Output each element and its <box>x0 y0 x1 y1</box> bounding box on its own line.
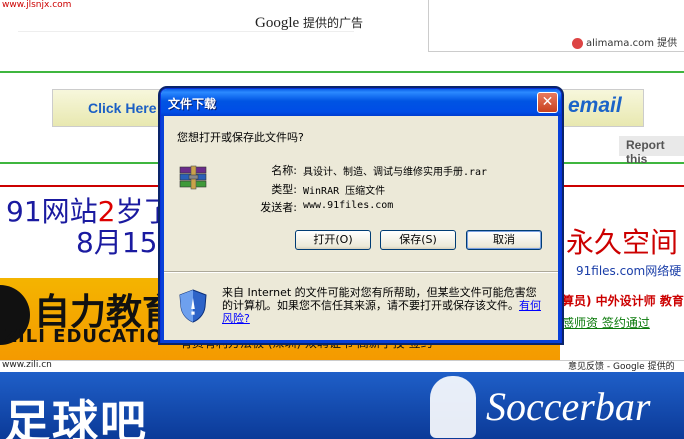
banner-email[interactable]: email <box>568 94 622 118</box>
soccerbar-en-title: Soccerbar <box>486 384 651 429</box>
google-brand: Google <box>255 15 300 31</box>
divider-green-top <box>0 71 684 73</box>
ad91-right-text: 永久空间 <box>566 226 679 259</box>
dialog-titlebar[interactable]: 文件下载 ✕ <box>161 89 561 116</box>
strip-left-link[interactable]: www.zili.cn <box>2 360 52 370</box>
name-value: 具设计、制造、调试与维修实用手册.rar <box>303 167 488 178</box>
dialog-separator <box>164 271 558 273</box>
alimama-brand: alimama <box>586 38 630 49</box>
google-ads-text: 提供的广告 <box>303 16 364 30</box>
ad91-date: 8月15 <box>76 226 158 259</box>
zili-right-line1[interactable]: 算员) 中外设计师 教育 <box>562 292 684 309</box>
google-ads-label[interactable]: Google 提供的广告 <box>255 14 363 32</box>
zili-right-line2[interactable]: 感师资 签约通过 <box>562 314 650 331</box>
zili-subtitle: ZILI EDUCATION <box>4 326 180 347</box>
warning-text: 来自 Internet 的文件可能对您有所帮助，但某些文件可能危害您的计算机。如… <box>222 286 537 312</box>
alimama-suffix: .com 提供 <box>629 38 678 49</box>
cancel-button[interactable]: 取消 <box>466 230 542 250</box>
file-download-dialog: 文件下载 ✕ 您想打开或保存此文件吗? 名称: 具设计、制造、调试与维修实用手册… <box>160 88 562 343</box>
alimama-logo-icon <box>572 37 583 49</box>
close-icon: ✕ <box>541 94 554 110</box>
alimama-label[interactable]: alimama.com 提供 <box>572 34 677 49</box>
open-button[interactable]: 打开(O) <box>295 230 371 250</box>
page: www.jlsnjx.com Google 提供的广告 alimama.com … <box>0 0 684 439</box>
banner-click-here[interactable]: Click Here <box>88 100 156 116</box>
dialog-question: 您想打开或保存此文件吗? <box>177 131 304 144</box>
close-button[interactable]: ✕ <box>537 92 558 113</box>
sender-label: 发送者: <box>260 201 297 214</box>
name-label: 名称: <box>271 164 297 177</box>
dialog-border-left <box>161 116 164 343</box>
dialog-title: 文件下载 <box>168 97 217 111</box>
dialog-border-right <box>558 116 561 343</box>
sender-value: www.91files.com <box>303 200 394 211</box>
security-warning: 来自 Internet 的文件可能对您有所帮助，但某些文件可能危害您的计算机。如… <box>222 286 542 325</box>
soccer-player-icon <box>430 376 476 438</box>
security-shield-icon <box>178 289 208 323</box>
save-button[interactable]: 保存(S) <box>380 230 456 250</box>
report-this-button[interactable]: Report this <box>619 136 684 166</box>
soccerbar-cn-title: 足球吧 <box>4 395 148 439</box>
strip-right-link[interactable]: 意见反馈 - Google 提供的 <box>568 359 675 372</box>
type-label: 类型: <box>271 183 297 196</box>
dialog-border-bottom <box>161 340 561 343</box>
winrar-archive-icon <box>178 165 210 191</box>
type-value: WinRAR 压缩文件 <box>303 186 386 197</box>
